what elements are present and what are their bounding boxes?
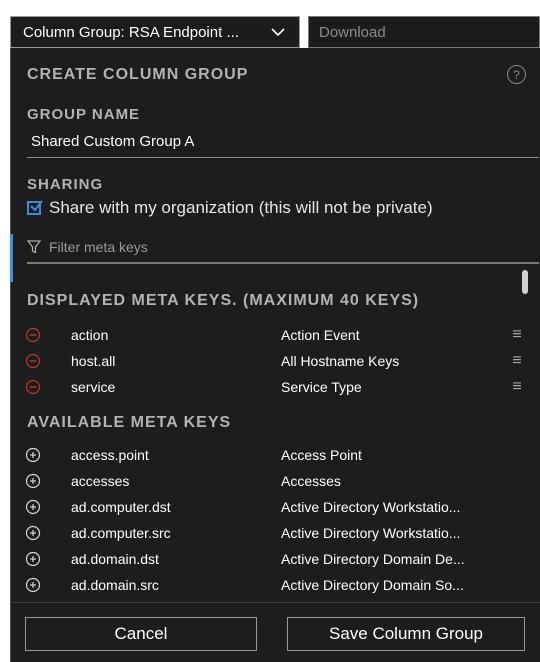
column-group-select-label: Column Group: RSA Endpoint ... — [23, 23, 239, 41]
scrollbar-thumb[interactable] — [522, 270, 528, 294]
available-key-row[interactable]: ad.domain.dst Active Directory Domain De… — [25, 548, 525, 570]
displayed-key-row[interactable]: action Action Event ≡ — [25, 324, 525, 346]
cancel-label: Cancel — [114, 624, 168, 643]
remove-circle-icon[interactable] — [25, 327, 41, 343]
add-circle-icon[interactable] — [25, 499, 41, 515]
add-circle-icon[interactable] — [25, 577, 41, 593]
remove-circle-icon[interactable] — [25, 379, 41, 395]
key-description: Access Point — [281, 447, 362, 463]
panel-footer: Cancel Save Column Group — [11, 602, 540, 662]
key-name: action — [71, 327, 109, 343]
panel-title: CREATE COLUMN GROUP — [27, 66, 249, 83]
download-label: Download — [319, 23, 386, 41]
chevron-down-icon — [269, 23, 287, 41]
checkbox-checked-icon[interactable] — [27, 200, 43, 215]
add-circle-icon[interactable] — [25, 447, 41, 463]
available-key-row[interactable]: access.point Access Point — [25, 444, 525, 466]
key-name: accesses — [71, 473, 130, 489]
save-label: Save Column Group — [328, 624, 484, 643]
add-circle-icon[interactable] — [25, 525, 41, 541]
download-button[interactable]: Download — [308, 16, 540, 48]
share-label: Share with my organization (this will no… — [49, 198, 433, 217]
drag-handle-icon[interactable]: ≡ — [509, 352, 525, 370]
sharing-heading: SHARING — [27, 176, 104, 193]
key-name: ad.domain.src — [71, 577, 159, 593]
key-description: Service Type — [281, 379, 362, 395]
group-name-input[interactable]: Shared Custom Group A — [27, 126, 539, 158]
filter-placeholder: Filter meta keys — [49, 239, 148, 255]
toolbar: Column Group: RSA Endpoint ... Download — [0, 0, 540, 48]
key-name: ad.computer.dst — [71, 499, 171, 515]
available-key-row[interactable]: ad.domain.src Active Directory Domain So… — [25, 574, 525, 596]
key-description: Active Directory Workstatio... — [281, 525, 461, 541]
displayed-key-row[interactable]: service Service Type ≡ — [25, 376, 525, 398]
remove-circle-icon[interactable] — [25, 353, 41, 369]
available-key-row[interactable]: accesses Accesses — [25, 470, 525, 492]
key-description: Accesses — [281, 473, 341, 489]
column-group-select[interactable]: Column Group: RSA Endpoint ... — [10, 16, 300, 48]
key-name: access.point — [71, 447, 149, 463]
key-description: Active Directory Workstatio... — [281, 499, 461, 515]
share-checkbox-row[interactable]: Share with my organization (this will no… — [27, 198, 433, 218]
group-name-heading: GROUP NAME — [27, 106, 141, 123]
key-name: service — [71, 379, 116, 395]
meta-keys-list[interactable]: DISPLAYED META KEYS. (MAXIMUM 40 KEYS) a… — [11, 266, 540, 602]
available-key-row[interactable]: ad.computer.dst Active Directory Worksta… — [25, 496, 525, 518]
key-description: Action Event — [281, 327, 360, 343]
key-description: All Hostname Keys — [281, 353, 400, 369]
help-glyph: ? — [513, 67, 520, 82]
key-description: Active Directory Domain De... — [281, 551, 465, 567]
filter-icon — [27, 240, 41, 254]
key-name: ad.computer.src — [71, 525, 171, 541]
group-name-value: Shared Custom Group A — [31, 133, 195, 150]
cancel-button[interactable]: Cancel — [25, 617, 257, 651]
filter-input[interactable]: Filter meta keys — [27, 232, 539, 264]
displayed-key-row[interactable]: host.all All Hostname Keys ≡ — [25, 350, 525, 372]
create-column-group-panel: CREATE COLUMN GROUP ? GROUP NAME Shared … — [0, 48, 540, 662]
drag-handle-icon[interactable]: ≡ — [509, 326, 525, 344]
help-icon[interactable]: ? — [507, 65, 526, 84]
drag-handle-icon[interactable]: ≡ — [509, 378, 525, 396]
add-circle-icon[interactable] — [25, 551, 41, 567]
available-keys-heading: AVAILABLE META KEYS — [27, 414, 232, 431]
save-column-group-button[interactable]: Save Column Group — [287, 617, 525, 651]
key-name: ad.domain.dst — [71, 551, 159, 567]
key-description: Active Directory Domain So... — [281, 577, 464, 593]
key-name: host.all — [71, 353, 116, 369]
available-key-row[interactable]: ad.computer.src Active Directory Worksta… — [25, 522, 525, 544]
displayed-keys-heading: DISPLAYED META KEYS. (MAXIMUM 40 KEYS) — [27, 292, 420, 309]
add-circle-icon[interactable] — [25, 473, 41, 489]
